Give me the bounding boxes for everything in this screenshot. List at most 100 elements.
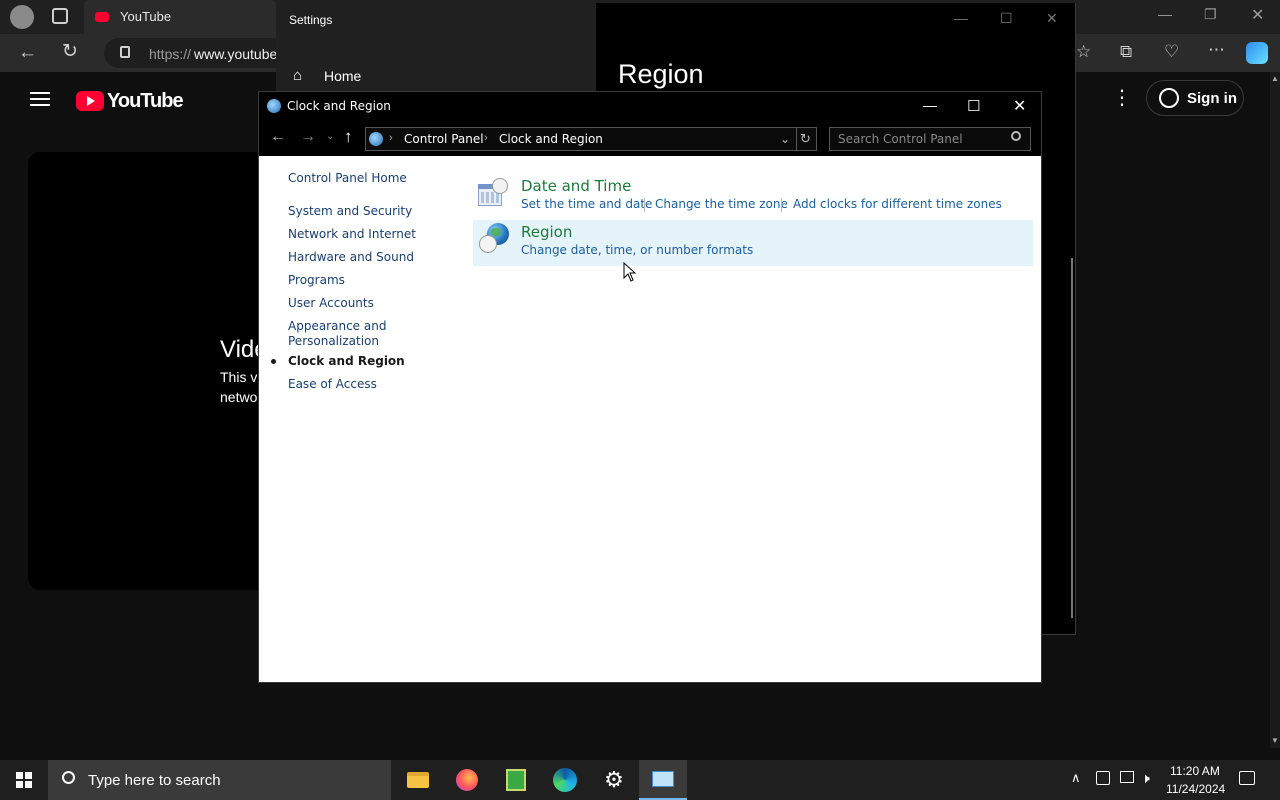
task-separator: [644, 198, 645, 212]
cp-window-title: Clock and Region: [287, 99, 391, 113]
nav-ease-of-access[interactable]: Ease of Access: [288, 377, 377, 392]
taskbar: Type here to search ⚙ ∧ 🕨 11:20 AM 11/24…: [0, 760, 1280, 800]
nav-network-and-internet[interactable]: Network and Internet: [288, 227, 416, 242]
breadcrumb-control-panel[interactable]: Control Panel: [404, 132, 484, 146]
youtube-favicon: [95, 12, 109, 22]
firefox-icon[interactable]: [443, 760, 491, 800]
refresh-icon[interactable]: ↻: [62, 42, 78, 61]
cp-up-icon[interactable]: ↑: [344, 127, 353, 147]
breadcrumb-control-panel-icon: [369, 132, 383, 146]
breadcrumb-clock-and-region[interactable]: Clock and Region: [499, 132, 603, 146]
task-change-time-zone[interactable]: Change the time zone: [655, 197, 788, 211]
mouse-cursor-icon: [623, 262, 637, 282]
favorites-icon[interactable]: ☆: [1076, 43, 1091, 60]
browser-essentials-icon[interactable]: ♡: [1164, 43, 1179, 60]
browser-tab-youtube[interactable]: YouTube: [84, 0, 276, 34]
globe-clock-icon: [479, 223, 511, 255]
copilot-icon[interactable]: [1246, 42, 1268, 64]
nav-appearance-line2[interactable]: Personalization: [288, 334, 379, 349]
nav-user-accounts[interactable]: User Accounts: [288, 296, 374, 311]
volume-muted-icon[interactable]: 🕨: [1141, 770, 1150, 787]
scroll-down-icon[interactable]: ▼: [1271, 736, 1279, 745]
profile-avatar[interactable]: [10, 5, 34, 29]
lock-icon: [120, 46, 130, 58]
start-button[interactable]: [0, 760, 48, 800]
control-panel-window: Clock and Region — ☐ ✕ ← → ⌄ ↑ › Control…: [258, 91, 1042, 683]
taskbar-search-input[interactable]: Type here to search: [88, 772, 221, 789]
address-dropdown-icon[interactable]: ⌄: [780, 132, 790, 146]
sign-in-button[interactable]: Sign in: [1146, 80, 1244, 116]
settings-minimize-button[interactable]: —: [954, 10, 968, 26]
account-icon: [1159, 88, 1179, 108]
cp-search-input[interactable]: Search Control Panel: [838, 132, 963, 146]
settings-scrollbar[interactable]: [1071, 258, 1073, 618]
collections-icon[interactable]: ⧉: [1120, 43, 1132, 60]
nav-control-panel-home[interactable]: Control Panel Home: [288, 171, 407, 186]
video-player[interactable]: Vide This v netwo: [28, 152, 268, 590]
file-explorer-icon[interactable]: [394, 760, 442, 800]
cp-close-button[interactable]: ✕: [1013, 96, 1026, 116]
settings-close-button[interactable]: ✕: [1046, 10, 1058, 27]
sign-in-label: Sign in: [1187, 90, 1237, 107]
cp-forward-icon[interactable]: →: [300, 128, 316, 146]
cp-recent-locations-icon[interactable]: ⌄: [326, 131, 334, 142]
settings-icon[interactable]: ⚙: [590, 760, 638, 800]
settings-home-link[interactable]: Home: [324, 68, 361, 84]
url-domain: www.youtube: [194, 46, 278, 62]
show-hidden-icons-icon[interactable]: ∧: [1071, 770, 1081, 786]
nav-appearance-line1[interactable]: Appearance and: [288, 319, 386, 334]
task-separator: [781, 198, 782, 212]
clock-date[interactable]: 11/24/2024: [1166, 782, 1225, 796]
browser-restore-button[interactable]: ❐: [1204, 6, 1217, 23]
cp-search-box[interactable]: Search Control Panel: [829, 127, 1031, 151]
settings-window-left: Settings ⌂ Home: [276, 3, 596, 97]
cp-search-icon[interactable]: [1011, 131, 1021, 141]
windows-logo-icon: [16, 772, 32, 788]
tab-actions-icon[interactable]: [52, 8, 68, 24]
nav-programs[interactable]: Programs: [288, 273, 345, 288]
calendar-clock-icon: [478, 178, 508, 208]
task-set-time-and-date[interactable]: Set the time and date: [521, 197, 652, 211]
youtube-more-icon[interactable]: ⋮: [1112, 88, 1132, 108]
current-page-bullet-icon: [271, 359, 276, 364]
cp-maximize-button[interactable]: ☐: [967, 97, 980, 115]
control-panel-icon[interactable]: [639, 760, 687, 800]
task-app-icon[interactable]: [492, 760, 540, 800]
url-scheme: https://: [149, 46, 192, 62]
tab-title: YouTube: [120, 9, 172, 24]
address-refresh-icon[interactable]: ↻: [800, 131, 811, 147]
cp-content: Control Panel Home System and Security N…: [259, 156, 1041, 682]
category-region[interactable]: Region: [521, 223, 572, 241]
browser-minimize-button[interactable]: —: [1158, 6, 1172, 22]
video-error-message-line1: This v: [220, 369, 258, 385]
nav-hardware-and-sound[interactable]: Hardware and Sound: [288, 250, 414, 265]
breadcrumb-separator-icon[interactable]: ›: [389, 132, 393, 144]
edge-icon[interactable]: [541, 760, 589, 800]
cp-minimize-button[interactable]: —: [923, 97, 937, 113]
menu-icon[interactable]: [30, 92, 50, 106]
task-change-formats[interactable]: Change date, time, or number formats: [521, 243, 753, 257]
battery-icon[interactable]: [1096, 771, 1110, 785]
settings-maximize-button[interactable]: ☐: [1000, 10, 1013, 27]
home-icon: ⌂: [293, 67, 303, 84]
taskbar-search-icon: [62, 771, 75, 784]
settings-title: Settings: [289, 13, 333, 27]
task-add-clocks[interactable]: Add clocks for different time zones: [793, 197, 1002, 211]
control-panel-app-icon: [267, 99, 281, 113]
address-bar[interactable]: https:// www.youtube: [104, 38, 284, 68]
back-icon[interactable]: ←: [18, 43, 37, 62]
more-options-icon[interactable]: ⋯: [1208, 41, 1225, 58]
taskbar-search-box[interactable]: Type here to search: [48, 760, 391, 800]
network-icon[interactable]: [1120, 771, 1134, 783]
category-date-and-time[interactable]: Date and Time: [521, 177, 631, 195]
cp-back-icon[interactable]: ←: [270, 128, 286, 146]
browser-scrollbar[interactable]: ▲ ▼: [1270, 72, 1280, 748]
browser-close-button[interactable]: ✕: [1251, 5, 1264, 25]
clock-time[interactable]: 11:20 AM: [1170, 764, 1220, 778]
scroll-up-icon[interactable]: ▲: [1271, 74, 1279, 83]
notification-center-icon[interactable]: [1239, 771, 1255, 785]
settings-page-title: Region: [618, 59, 704, 89]
breadcrumb-separator-icon[interactable]: ›: [484, 132, 488, 144]
nav-system-and-security[interactable]: System and Security: [288, 204, 412, 219]
cp-address-bar[interactable]: › Control Panel › Clock and Region ⌄ ↻: [365, 127, 817, 151]
